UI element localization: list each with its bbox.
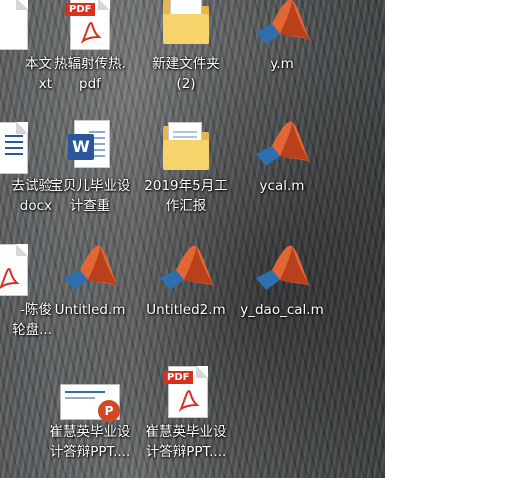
pdf-icon <box>0 240 38 300</box>
matlab-icon <box>252 116 312 176</box>
pdf-badge: PDF <box>65 3 96 16</box>
pdf-icon: PDF <box>60 0 120 54</box>
icon-label: 崔慧英毕业设 计答辩PPT.... <box>145 424 227 460</box>
matlab-icon <box>156 240 216 300</box>
desktop-icon-y-m[interactable]: y.m <box>234 0 330 102</box>
powerpoint-icon: P <box>60 362 120 422</box>
icon-label: 宝贝儿毕业设 计查重 <box>49 178 131 214</box>
desktop-icon-new-folder-2[interactable]: 新建文件夹 (2) <box>138 0 234 102</box>
folder-icon <box>156 116 216 176</box>
icon-label: ycal.m <box>259 178 305 194</box>
icon-label: 新建文件夹 (2) <box>152 56 220 92</box>
folder-icon <box>156 0 216 54</box>
icon-label: 热辐射传热. pdf <box>54 56 126 92</box>
pdf-icon: PDF <box>156 362 216 422</box>
word-badge: W <box>68 134 94 160</box>
white-background-area <box>385 0 515 478</box>
desktop-icon-pdf-2[interactable]: PDF 崔慧英毕业设 计答辩PPT.... <box>138 358 234 470</box>
desktop-icon-untitled2-m[interactable]: Untitled2.m <box>138 236 234 348</box>
word-doc-icon: W <box>60 116 120 176</box>
icon-label: Untitled2.m <box>146 302 226 318</box>
text-file-icon <box>0 0 38 54</box>
desktop-icon-ycal-m[interactable]: ycal.m <box>234 112 330 224</box>
desktop-icon-y-dao-cal-m[interactable]: y_dao_cal.m <box>234 236 330 348</box>
ppt-badge: P <box>98 400 120 422</box>
icon-label: 崔慧英毕业设 计答辩PPT.... <box>49 424 131 460</box>
desktop-icon-untitled-m[interactable]: Untitled.m <box>42 236 138 348</box>
icon-label: y.m <box>270 56 294 72</box>
desktop-icon-ppt-1[interactable]: P 崔慧英毕业设 计答辩PPT.... <box>42 358 138 470</box>
matlab-icon <box>252 240 312 300</box>
pdf-badge: PDF <box>163 371 194 384</box>
word-doc-icon <box>0 116 38 176</box>
desktop-icon-baobei[interactable]: W 宝贝儿毕业设 计查重 <box>42 112 138 224</box>
desktop-icon-pdf-heat[interactable]: PDF 热辐射传热. pdf <box>42 0 138 102</box>
icon-label: Untitled.m <box>54 302 126 318</box>
matlab-icon <box>252 0 312 54</box>
icon-label: y_dao_cal.m <box>240 302 324 318</box>
icon-label: 2019年5月工 作汇报 <box>144 178 228 214</box>
desktop: 本文 xt PDF 热辐射传热. pdf 新建文件夹 (2) y.m 去试验 d… <box>0 0 385 478</box>
matlab-icon <box>60 240 120 300</box>
desktop-icon-work-report[interactable]: 2019年5月工 作汇报 <box>138 112 234 224</box>
